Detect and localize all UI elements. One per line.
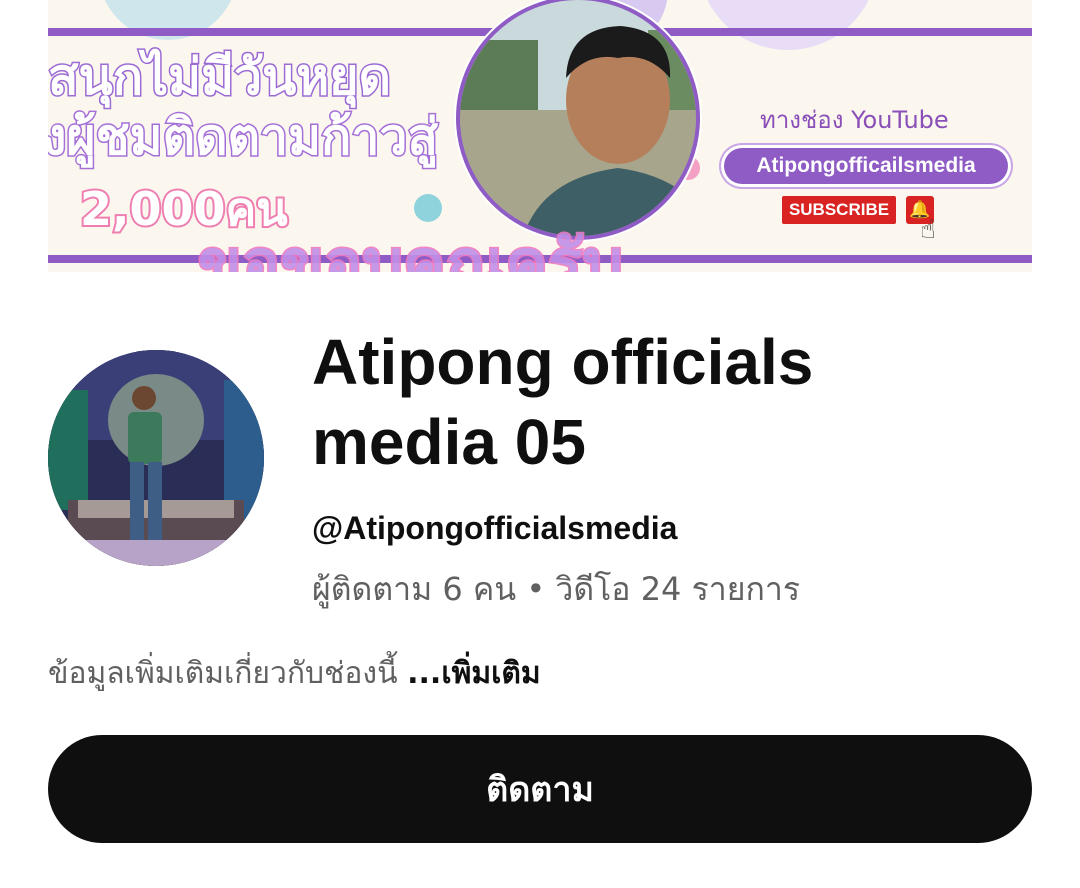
banner-headline-line2: งผู้ชมติดตามก้าวสู่: [48, 108, 440, 166]
banner-thanks-text: ขอขอบคุณครับ: [197, 227, 625, 273]
banner-subscribe-badge: SUBSCRIBE: [782, 196, 896, 224]
channel-stats: ผู้ติดตาม 6 คน • วิดีโอ 24 รายการ: [312, 570, 801, 608]
banner-headline-line3: 2,000คน: [78, 182, 290, 236]
channel-banner: ขอขอบคุณครับ สนุกไม่มีวันหยุด งผู้ชมติดต…: [48, 0, 1032, 272]
channel-about[interactable]: ข้อมูลเพิ่มเติมเกี่ยวกับช่องนี้ ...เพิ่ม…: [48, 650, 541, 697]
avatar-photo: [48, 350, 264, 566]
about-more-link[interactable]: ...เพิ่มเติม: [407, 656, 541, 691]
hand-pointer-icon: ☝: [920, 214, 936, 244]
about-text: ข้อมูลเพิ่มเติมเกี่ยวกับช่องนี้: [48, 656, 408, 691]
channel-handle: @Atipongofficialsmedia: [312, 510, 678, 546]
channel-avatar[interactable]: [48, 350, 264, 566]
subscribe-button[interactable]: ติดตาม: [48, 735, 1032, 843]
channel-title: Atipong officials media 05: [312, 326, 814, 478]
banner-headline-line1: สนุกไม่มีวันหยุด: [48, 48, 393, 106]
banner-channel-pill: Atipongofficailsmedia: [724, 148, 1008, 184]
banner-via-text: ทางช่อง YouTube: [760, 106, 949, 134]
